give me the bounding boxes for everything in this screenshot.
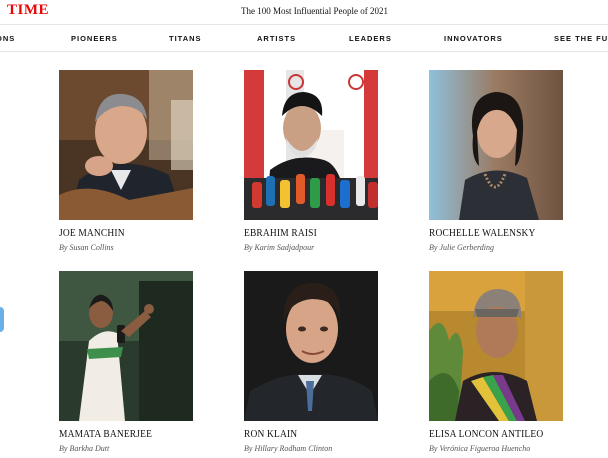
loncon-photo[interactable] (429, 271, 563, 421)
page-title: The 100 Most Influential People of 2021 (241, 6, 388, 16)
klain-photo[interactable] (244, 271, 378, 421)
raisi-photo[interactable] (244, 70, 378, 220)
profile-name[interactable]: RON KLAIN (244, 428, 297, 440)
nav-item-icons[interactable]: ONS (0, 34, 15, 43)
top-bar: TIME The 100 Most Influential People of … (0, 0, 608, 24)
banerjee-photo[interactable] (59, 271, 193, 421)
walensky-photo[interactable] (429, 70, 563, 220)
category-nav: ONS PIONEERS TITANS ARTISTS LEADERS INNO… (0, 24, 608, 52)
side-feedback-tab[interactable] (0, 307, 4, 332)
nav-item-leaders[interactable]: LEADERS (349, 34, 392, 43)
nav-item-pioneers[interactable]: PIONEERS (71, 34, 118, 43)
profile-byline: By Julie Gerberding (429, 243, 495, 252)
profile-name[interactable]: ROCHELLE WALENSKY (429, 227, 536, 239)
profile-name[interactable]: ELISA LONCON ANTILEO (429, 428, 543, 440)
profile-name[interactable]: JOE MANCHIN (59, 227, 125, 239)
nav-item-titans[interactable]: TITANS (169, 34, 202, 43)
profile-byline: By Barkha Dutt (59, 444, 110, 453)
profile-byline: By Karim Sadjadpour (244, 243, 315, 252)
nav-item-innovators[interactable]: INNOVATORS (444, 34, 503, 43)
nav-item-see-full-list[interactable]: SEE THE FULL (554, 34, 608, 43)
profile-byline: By Hillary Rodham Clinton (244, 444, 333, 453)
profile-byline: By Susan Collins (59, 243, 114, 252)
nav-item-artists[interactable]: ARTISTS (257, 34, 296, 43)
profile-name[interactable]: MAMATA BANERJEE (59, 428, 152, 440)
manchin-photo[interactable] (59, 70, 193, 220)
profile-byline: By Verónica Figueroa Huencho (429, 444, 531, 453)
profile-name[interactable]: EBRAHIM RAISI (244, 227, 317, 239)
time-logo[interactable]: TIME (7, 2, 49, 19)
